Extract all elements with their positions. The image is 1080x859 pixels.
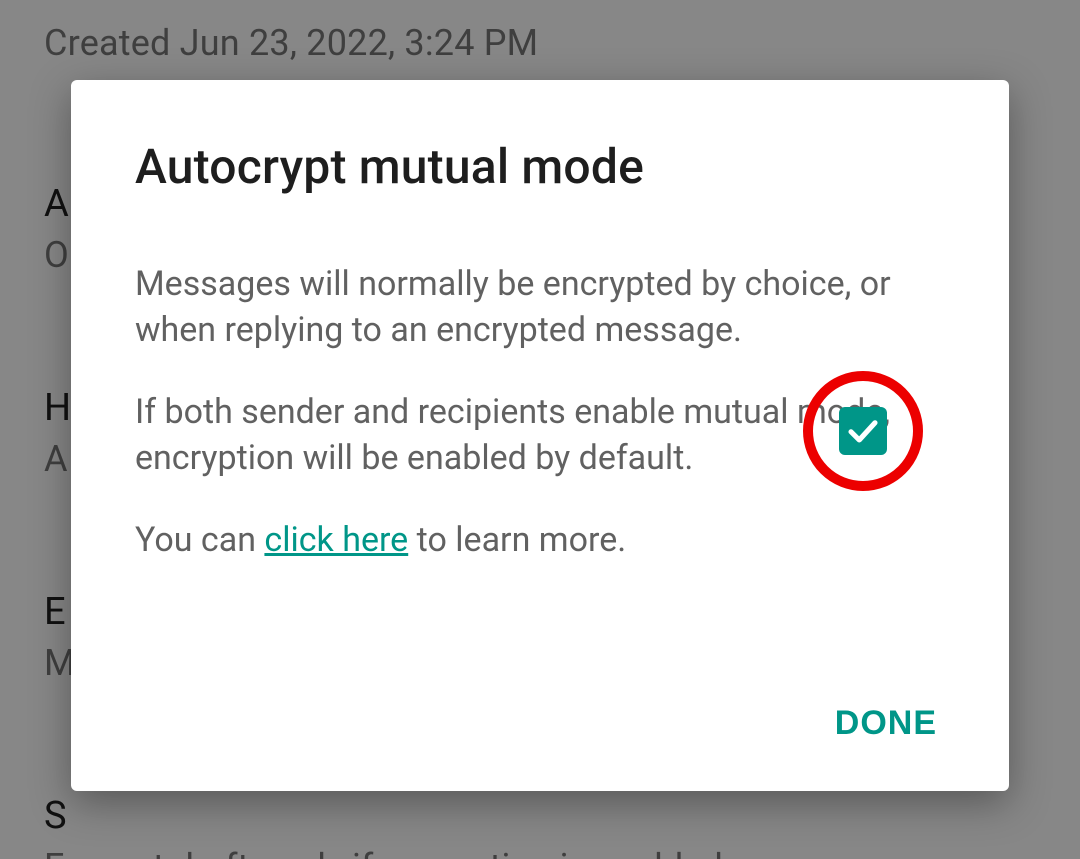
- dialog-paragraph-2: If both sender and recipients enable mut…: [135, 389, 895, 481]
- dialog-body: Messages will normally be encrypted by c…: [135, 261, 945, 563]
- checkbox-highlight-wrapper: [803, 371, 923, 491]
- check-icon: [845, 413, 881, 449]
- dialog-title: Autocrypt mutual mode: [135, 138, 945, 195]
- autocrypt-mutual-mode-dialog: Autocrypt mutual mode Messages will norm…: [71, 80, 1009, 791]
- done-button[interactable]: DONE: [821, 694, 951, 753]
- dialog-paragraph-3: You can click here to learn more.: [135, 517, 895, 563]
- learn-more-suffix: to learn more.: [408, 520, 626, 560]
- mutual-mode-checkbox[interactable]: [839, 407, 887, 455]
- learn-more-link[interactable]: click here: [264, 520, 408, 560]
- dialog-actions: DONE: [821, 694, 951, 753]
- dialog-text: Messages will normally be encrypted by c…: [135, 261, 895, 563]
- learn-more-prefix: You can: [135, 520, 264, 560]
- dialog-paragraph-1: Messages will normally be encrypted by c…: [135, 261, 895, 353]
